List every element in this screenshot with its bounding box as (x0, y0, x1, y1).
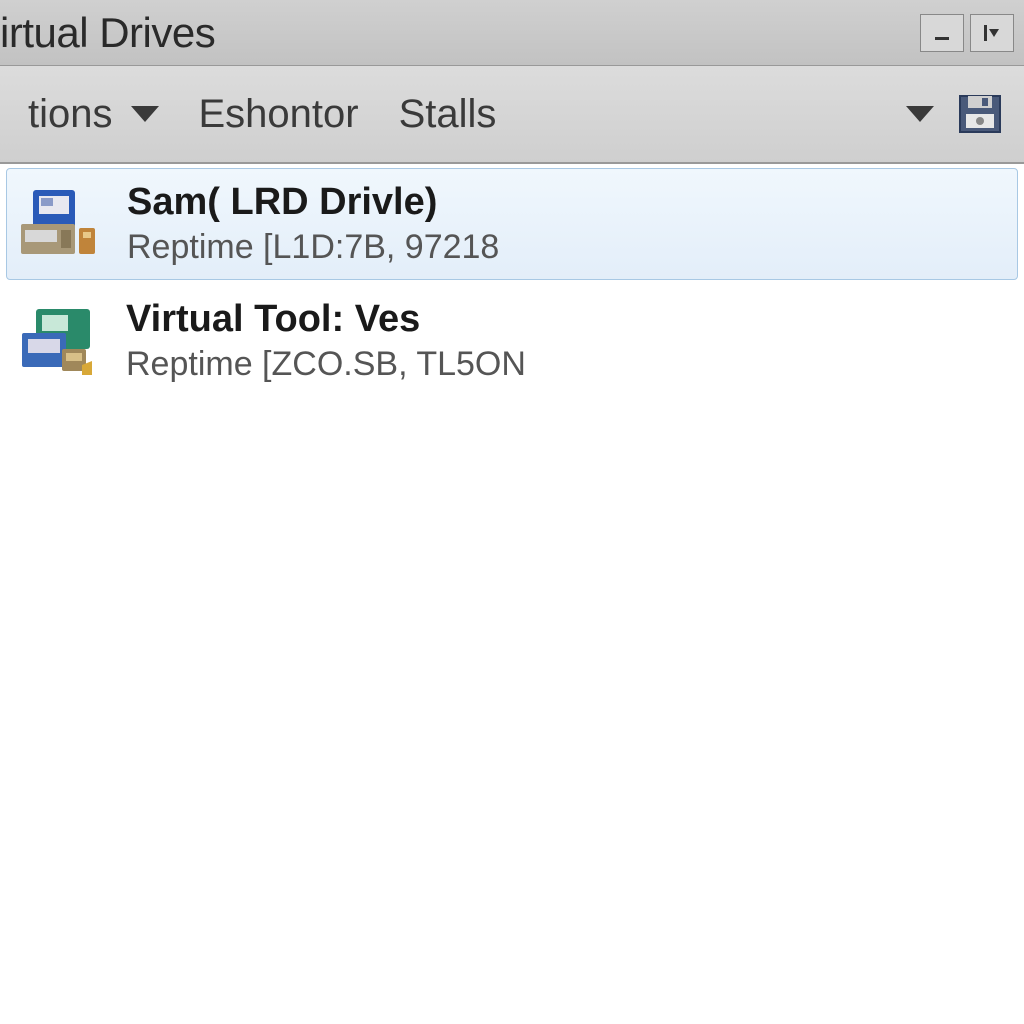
save-disk-icon (954, 92, 1006, 136)
disk-icon[interactable] (954, 92, 1006, 136)
toolbar-item-stalls[interactable]: Stalls (389, 86, 507, 143)
drive-icon (14, 301, 106, 381)
toolbar-label: Stalls (399, 92, 497, 137)
dropdown-icon (982, 23, 1002, 43)
drive-title: Sam( LRD Drivle) (127, 181, 499, 224)
chevron-down-icon[interactable] (906, 106, 934, 122)
chevron-down-icon (131, 106, 159, 122)
maximize-dropdown-button[interactable] (970, 14, 1014, 52)
window-title: irtual Drives (0, 9, 215, 57)
toolbar: tions Eshontor Stalls (0, 66, 1024, 164)
minimize-icon (932, 23, 952, 43)
toolbar-label: Eshontor (199, 92, 359, 137)
drive-title: Virtual Tool: Ves (126, 298, 526, 341)
drive-subtitle: Reptime [ZCO.ЅB, TL5ON (126, 345, 526, 384)
titlebar: irtual Drives (0, 0, 1024, 66)
toolbar-item-eshontor[interactable]: Eshontor (189, 86, 369, 143)
drive-item[interactable]: Sam( LRD Drivle) Reptime [L1D:7B, 97218 (6, 168, 1018, 280)
toolbar-label: tions (28, 92, 113, 137)
drive-item-text: Sam( LRD Drivle) Reptime [L1D:7B, 97218 (127, 181, 499, 267)
toolbar-item-tions[interactable]: tions (18, 86, 169, 143)
drive-icon (15, 184, 107, 264)
drive-item[interactable]: Virtual Tool: Ves Reptime [ZCO.ЅB, TL5ON (6, 286, 1018, 396)
window-controls (920, 14, 1014, 52)
minimize-button[interactable] (920, 14, 964, 52)
drive-subtitle: Reptime [L1D:7B, 97218 (127, 228, 499, 267)
drives-list: Sam( LRD Drivle) Reptime [L1D:7B, 97218 … (0, 168, 1024, 396)
drive-item-text: Virtual Tool: Ves Reptime [ZCO.ЅB, TL5ON (126, 298, 526, 384)
